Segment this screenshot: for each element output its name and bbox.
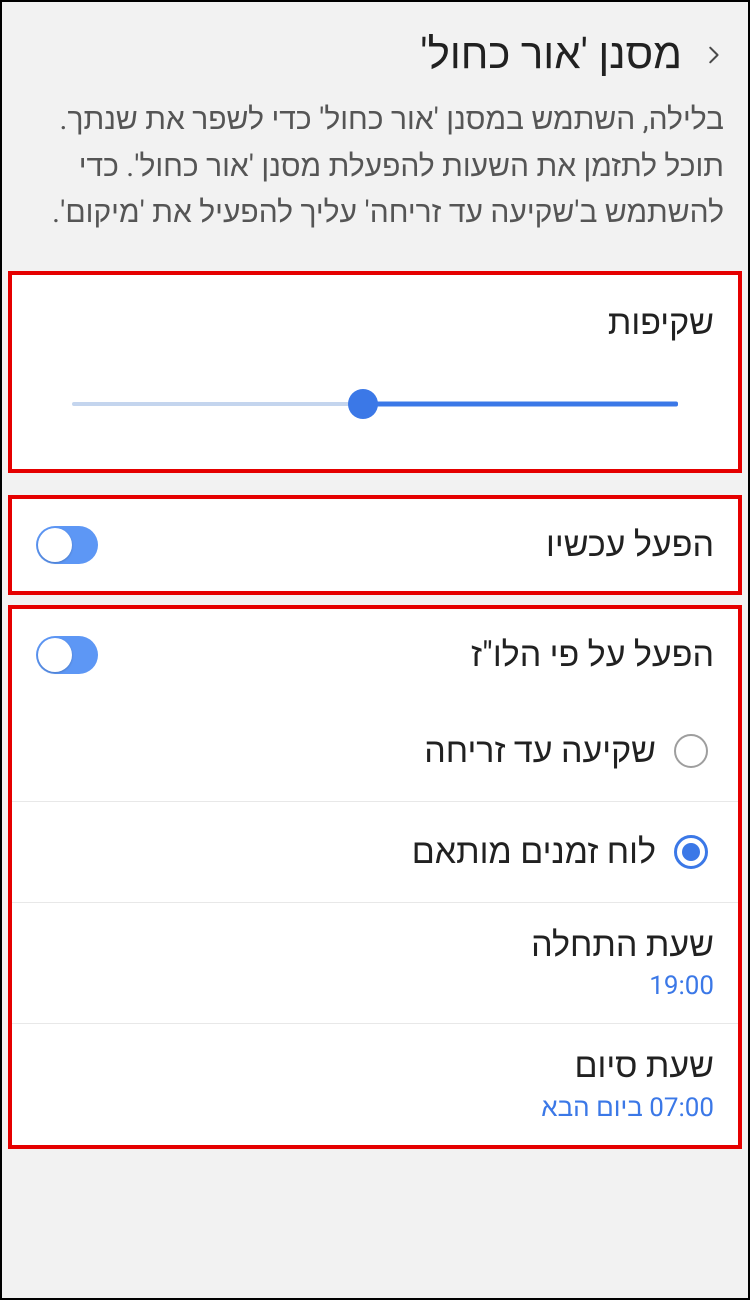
opacity-slider[interactable]: [72, 391, 678, 417]
apply-schedule-row[interactable]: הפעל על פי הלו"ז: [12, 609, 738, 701]
end-time-label: שעת סיום: [36, 1046, 714, 1086]
apply-schedule-label: הפעל על פי הלו"ז: [98, 635, 714, 675]
start-time-value: 19:00: [36, 971, 714, 1001]
radio-icon-unchecked[interactable]: [674, 734, 708, 768]
opacity-card: שקיפות: [8, 271, 742, 473]
page-description: בלילה, השתמש במסנן 'אור כחול' כדי לשפר א…: [2, 97, 748, 271]
start-time-row[interactable]: שעת התחלה 19:00: [12, 902, 738, 1023]
radio-custom-schedule[interactable]: לוח זמנים מותאם: [12, 801, 738, 902]
opacity-label: שקיפות: [36, 303, 714, 343]
schedule-card: הפעל על פי הלו"ז שקיעה עד זריחה לוח זמני…: [8, 605, 742, 1149]
radio-icon-checked[interactable]: [674, 835, 708, 869]
radio-sunset-label: שקיעה עד זריחה: [424, 731, 656, 771]
back-icon[interactable]: [702, 44, 724, 66]
radio-custom-label: לוח זמנים מותאם: [412, 832, 656, 872]
page-title: מסנן 'אור כחול': [420, 30, 682, 79]
radio-sunset-sunrise[interactable]: שקיעה עד זריחה: [12, 701, 738, 801]
start-time-label: שעת התחלה: [36, 925, 714, 965]
apply-now-card: הפעל עכשיו: [8, 495, 742, 595]
apply-schedule-toggle[interactable]: [36, 636, 98, 674]
end-time-row[interactable]: שעת סיום 07:00 ביום הבא: [12, 1023, 738, 1145]
apply-now-toggle[interactable]: [36, 526, 98, 564]
apply-now-label: הפעל עכשיו: [98, 525, 714, 565]
slider-fill: [363, 401, 678, 406]
slider-thumb[interactable]: [348, 389, 378, 419]
apply-now-row[interactable]: הפעל עכשיו: [12, 499, 738, 591]
end-time-value: 07:00 ביום הבא: [36, 1092, 714, 1123]
